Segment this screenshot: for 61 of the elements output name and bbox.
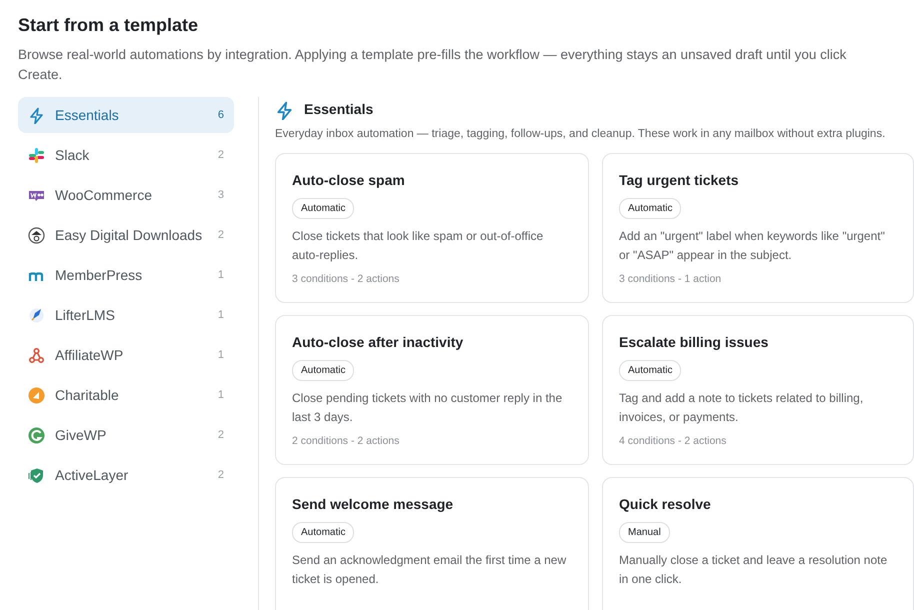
page-title: Start from a template [18, 14, 200, 37]
sidebar-item[interactable]: ActiveLayer 2 [18, 457, 234, 493]
page-description: Browse real-world automations by integration. Applying a template pre-fills the workflow — everything stays an unsaved draft until you click Create. [18, 46, 848, 84]
shield-check-icon [28, 466, 45, 484]
count-label: 2 [218, 148, 224, 163]
count-label: 1 [218, 388, 224, 403]
node-graph-icon [28, 346, 45, 364]
card-description: Close pending tickets with no customer reply in the last 3 days. [292, 390, 564, 426]
mode-tag: Manual [619, 522, 670, 544]
sidebar-item[interactable]: MemberPress 1 [18, 257, 234, 293]
card-summary: 3 conditions - 2 actions [292, 272, 400, 288]
mode-tag: Automatic [292, 522, 354, 544]
count-label: 2 [218, 468, 224, 483]
sidebar-item[interactable]: Slack 2 [18, 137, 234, 173]
card-description: Send an acknowledgment email the first time a new ticket is opened. [292, 552, 568, 588]
card-summary: 3 conditions - 1 action [619, 272, 722, 288]
card-summary: 4 conditions - 2 actions [619, 434, 728, 450]
count-label: 2 [218, 428, 224, 443]
count-label: 6 [218, 108, 224, 123]
sidebar-item[interactable]: LifterLMS 1 [18, 297, 234, 333]
sidebar-item[interactable]: Essentials 6 [18, 97, 234, 133]
card-summary: 2 conditions - 2 actions [292, 434, 400, 450]
card-description: Close tickets that look like spam or out-of-office auto-replies. [292, 228, 544, 264]
template-card[interactable]: Auto-close after inactivity Automatic Close pending tickets with no customer reply in the last 3 days. 2 conditions - 2 actions [275, 315, 589, 466]
mode-tag: Automatic [292, 198, 354, 220]
card-description: Manually close a ticket and leave a resolution note in one click. [619, 552, 888, 588]
sidebar-item[interactable]: GiveWP 2 [18, 417, 234, 453]
card-description: Tag and add a note to tickets related to billing, invoices, or payments. [619, 390, 864, 426]
count-label: 1 [218, 268, 224, 283]
card-description: Add an "urgent" label when keywords like "urgent" or "ASAP" appear in the subject. [619, 228, 886, 264]
card-title: Auto-close after inactivity [292, 333, 464, 352]
section-title: Essentials [304, 100, 374, 119]
mode-tag: Automatic [619, 198, 682, 220]
mode-tag: Automatic [619, 360, 682, 382]
card-title: Auto-close spam [292, 171, 406, 190]
card-title: Quick resolve [619, 495, 712, 514]
count-label: 3 [218, 188, 224, 203]
template-card[interactable]: Quick resolve Manual Manually close a ticket and leave a resolution note in one click. [602, 477, 914, 610]
card-title: Send welcome message [292, 495, 454, 514]
rocket-icon [28, 306, 45, 324]
template-card[interactable]: Tag urgent tickets Automatic Add an "urgent" label when keywords like "urgent" or "ASAP" appear in the subject. 3 conditions - 1 action [602, 153, 914, 304]
count-label: 1 [218, 348, 224, 363]
round-emblem-icon [28, 226, 45, 244]
hash-grid-icon [28, 146, 45, 164]
sidebar-item[interactable]: WooCommerce 3 [18, 177, 234, 213]
template-card[interactable]: Escalate billing issues Automatic Tag and add a note to tickets related to billing, invoices, or payments. 4 conditions - 2 actions [602, 315, 914, 466]
sidebar-item[interactable]: Charitable 1 [18, 377, 234, 413]
card-title: Tag urgent tickets [619, 171, 740, 190]
count-label: 1 [218, 308, 224, 323]
template-card[interactable]: Send welcome message Automatic Send an acknowledgment email the first time a new ticket is opened. [275, 477, 589, 610]
template-card[interactable]: Auto-close spam Automatic Close tickets that look like spam or out-of-office auto-replies. 3 conditions - 2 actions [275, 153, 589, 304]
card-title: Escalate billing issues [619, 333, 770, 352]
megaphone-circle-icon [28, 386, 45, 404]
sidebar-item[interactable]: AffiliateWP 1 [18, 337, 234, 373]
bolt-icon [28, 106, 45, 124]
count-label: 2 [218, 228, 224, 243]
sidebar-item[interactable]: Easy Digital Downloads 2 [18, 217, 234, 253]
mode-tag: Automatic [292, 360, 354, 382]
bolt-icon [275, 100, 294, 120]
section-description: Everyday inbox automation — triage, tagging, follow-ups, and cleanup. These work in any mailbox without extra plugins. [275, 127, 886, 142]
g-circle-icon [28, 426, 45, 444]
